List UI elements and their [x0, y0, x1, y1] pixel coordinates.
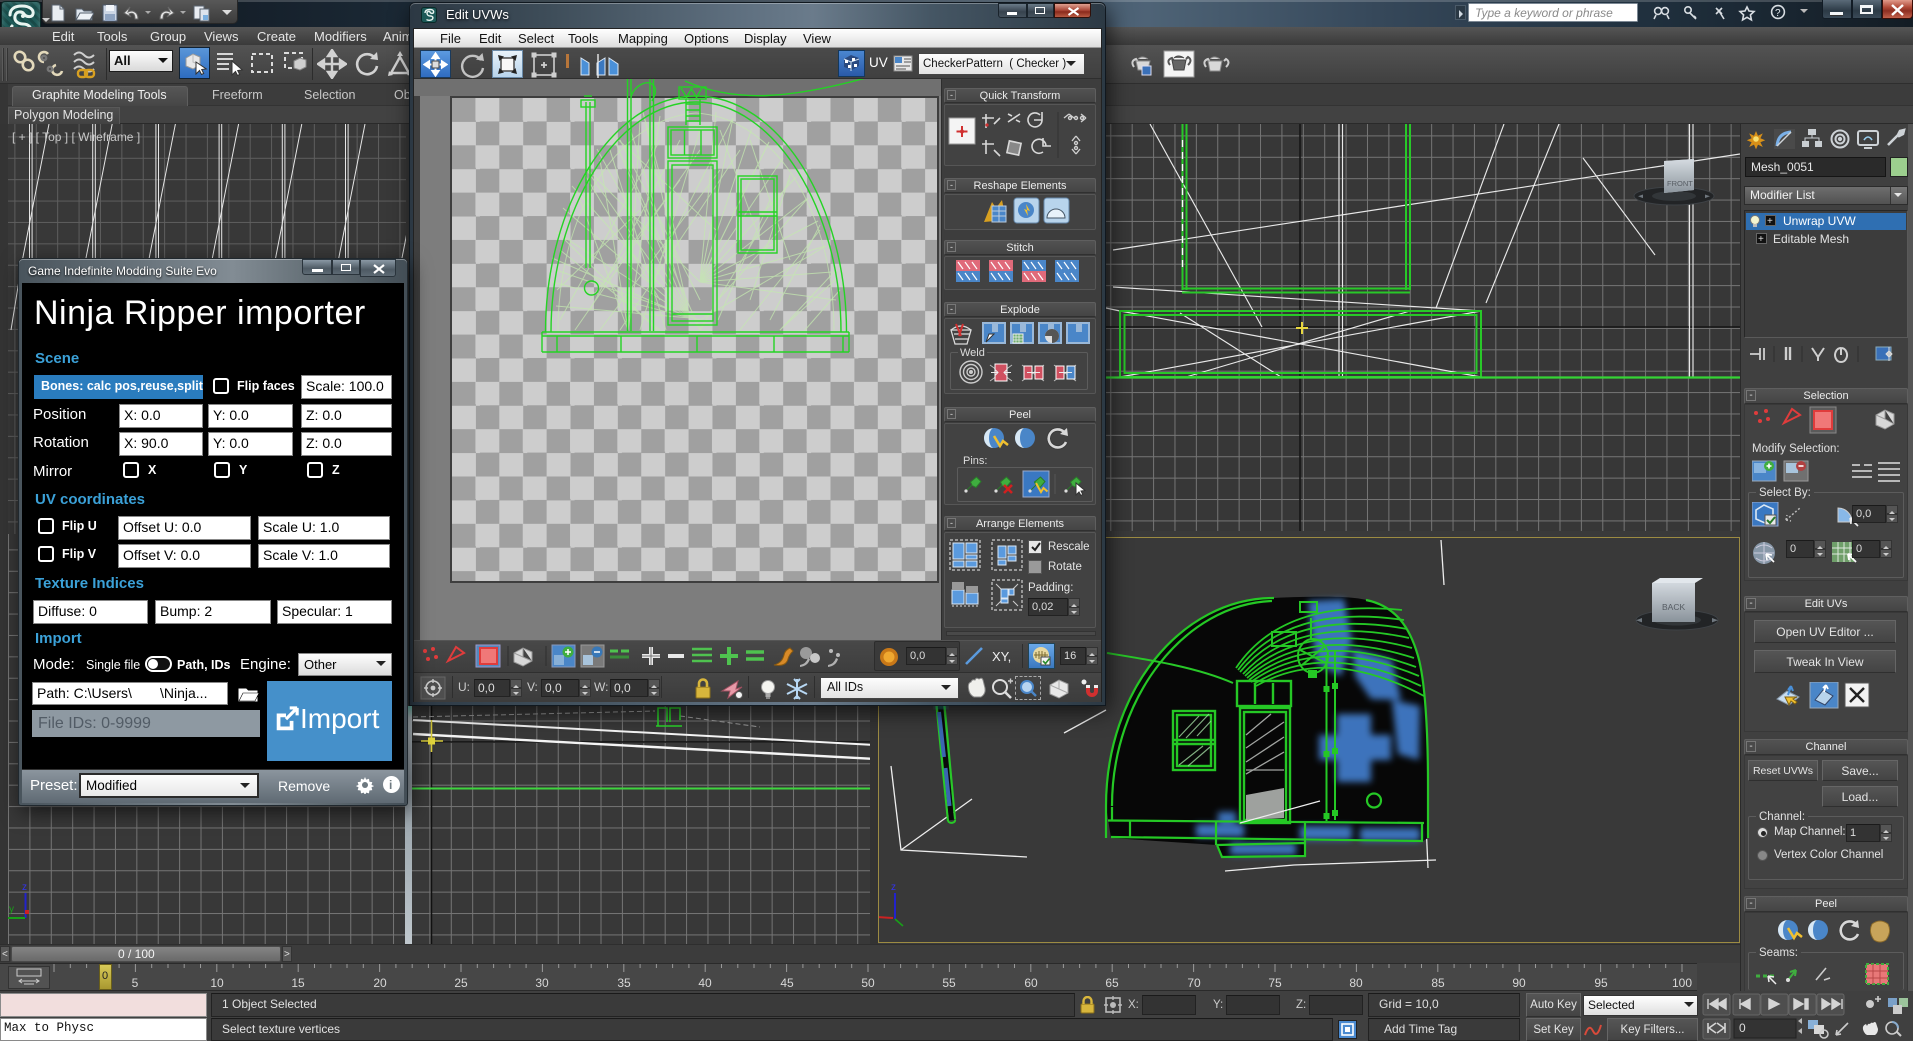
- svg-text:FRONT: FRONT: [1667, 179, 1693, 188]
- svg-text:30: 30: [535, 976, 549, 990]
- svg-text:60: 60: [1024, 976, 1038, 990]
- svg-text:?: ?: [1775, 8, 1781, 19]
- svg-text:80: 80: [1349, 976, 1363, 990]
- svg-text:BACK: BACK: [1662, 602, 1685, 612]
- svg-text:85: 85: [1431, 976, 1445, 990]
- svg-text:100: 100: [1672, 976, 1692, 990]
- svg-text:z: z: [22, 882, 27, 893]
- svg-text:20: 20: [373, 976, 387, 990]
- svg-text:95: 95: [1594, 976, 1608, 990]
- svg-text:0: 0: [1739, 1021, 1746, 1035]
- svg-text:z: z: [891, 882, 896, 893]
- svg-text:y: y: [9, 904, 14, 915]
- svg-text:65: 65: [1105, 976, 1119, 990]
- svg-text:40: 40: [698, 976, 712, 990]
- svg-text:5: 5: [132, 976, 139, 990]
- svg-text:90: 90: [1512, 976, 1526, 990]
- svg-text:35: 35: [617, 976, 631, 990]
- svg-text:15: 15: [291, 976, 305, 990]
- svg-text:55: 55: [942, 976, 956, 990]
- svg-text:75: 75: [1268, 976, 1282, 990]
- svg-text:25: 25: [454, 976, 468, 990]
- svg-text:70: 70: [1187, 976, 1201, 990]
- svg-text:45: 45: [780, 976, 794, 990]
- svg-text:10: 10: [210, 976, 224, 990]
- svg-text:50: 50: [861, 976, 875, 990]
